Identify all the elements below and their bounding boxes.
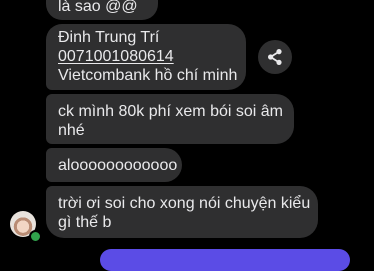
message-bubble[interactable]: trời ơi soi cho xong nói chuyện kiểu gì … [46, 186, 318, 238]
message-text: trời ơi soi cho xong nói chuyện kiểu [58, 195, 311, 212]
share-icon [268, 49, 282, 65]
message-text: là sao @@ [58, 0, 138, 15]
message-bubble[interactable]: aloooooooooooo [46, 148, 182, 182]
message-bubble[interactable]: ck mình 80k phí xem bói soi âm nhé [46, 94, 294, 144]
sent-message-bubble[interactable] [100, 249, 350, 271]
message-text: Vietcombank hồ chí minh [58, 67, 238, 84]
message-text: gì thế b [58, 214, 112, 231]
message-text: nhé [58, 122, 85, 139]
message-text: aloooooooooooo [58, 157, 178, 174]
message-text: Đinh Trung Trí [58, 29, 160, 46]
message-text: ck mình 80k phí xem bói soi âm [58, 103, 283, 120]
message-bubble[interactable]: là sao @@ [46, 0, 158, 20]
share-button[interactable] [258, 40, 292, 74]
online-status-dot [29, 230, 42, 243]
account-number-link[interactable]: 0071001080614 [58, 47, 234, 66]
message-bubble[interactable]: Đinh Trung Trí 0071001080614 Vietcombank… [46, 24, 246, 90]
